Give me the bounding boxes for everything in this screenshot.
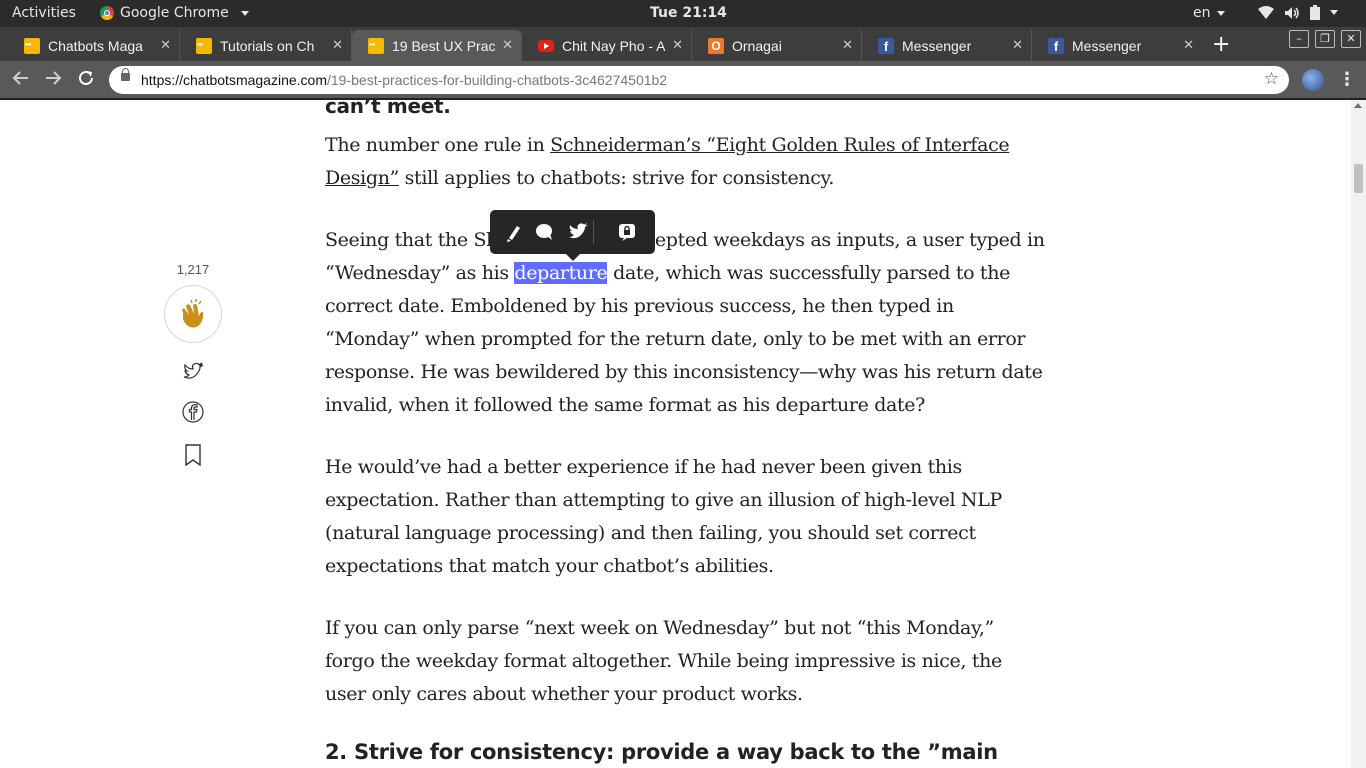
clap-button[interactable] [164, 285, 222, 343]
ornagai-icon: O [708, 37, 724, 54]
clap-count: 1,217 [176, 262, 210, 277]
back-button[interactable] [12, 69, 30, 92]
tab-19-best-ux-practices[interactable]: 19 Best UX Prac ✕ [352, 30, 522, 61]
paragraph-expectations: He would’ve had a better experience if h… [325, 456, 1002, 577]
volume-icon [1285, 6, 1299, 19]
menu-divider [593, 220, 594, 244]
arrow-right-icon [46, 71, 62, 85]
clap-hands-icon [182, 299, 204, 328]
chevron-down-icon [1216, 10, 1225, 16]
tab-ornagai[interactable]: O Ornagai ✕ [692, 30, 862, 61]
arrow-left-icon [12, 71, 28, 85]
twitter-icon[interactable] [566, 220, 590, 244]
tab-title: Tutorials on Ch [220, 37, 315, 54]
browser-toolbar: https://chatbotsmagazine.com/19-best-pra… [0, 61, 1366, 98]
respond-comment-icon[interactable] [532, 220, 556, 244]
facebook-icon: f [878, 37, 894, 54]
lock-icon [121, 68, 130, 81]
highlight-menu [490, 210, 655, 261]
battery-icon [1310, 5, 1320, 20]
tab-tutorials[interactable]: Tutorials on Ch ✕ [180, 30, 352, 61]
tab-title: Chit Nay Pho - A [562, 37, 665, 54]
private-note-lock-icon[interactable] [615, 220, 639, 244]
toolbar-divider [0, 98, 1366, 100]
close-icon[interactable]: ✕ [160, 37, 171, 53]
reload-icon [79, 70, 93, 85]
scroll-up-arrow-icon[interactable] [1354, 103, 1362, 108]
language-label: en [1193, 5, 1211, 21]
close-icon[interactable]: ✕ [842, 37, 853, 53]
tab-title: Messenger [1072, 37, 1142, 54]
clock[interactable]: Tue 21:14 [650, 5, 727, 21]
close-icon[interactable]: ✕ [672, 37, 683, 53]
system-tray[interactable] [1258, 5, 1338, 20]
profile-avatar[interactable] [1302, 69, 1324, 91]
paragraph-text: still applies to chatbots: strive for co… [398, 167, 835, 189]
paragraph-text: The number one rule in [325, 134, 551, 156]
close-icon[interactable]: ✕ [1183, 37, 1194, 53]
youtube-icon [538, 39, 554, 52]
activities-button[interactable]: Activities [12, 5, 76, 21]
new-tab-button[interactable]: + [1212, 32, 1230, 57]
close-icon[interactable]: ✕ [1012, 37, 1023, 53]
close-icon[interactable]: ✕ [332, 37, 343, 53]
chrome-icon [100, 6, 114, 20]
menu-icon[interactable]: ⋮ [1338, 69, 1356, 90]
tab-messenger-2[interactable]: f Messenger ✕ [1032, 30, 1202, 61]
bookmark-star-icon[interactable]: ☆ [1264, 69, 1279, 89]
chatbots-magazine-icon [24, 37, 40, 54]
url-host: https://chatbotsmagazine.com [141, 72, 327, 88]
chevron-down-icon [1330, 10, 1338, 15]
url-text[interactable]: https://chatbotsmagazine.com/19-best-pra… [141, 72, 667, 88]
section-heading-tail: can’t meet. [325, 94, 451, 118]
chatbots-magazine-icon [368, 37, 384, 54]
wifi-icon [1258, 5, 1274, 19]
section-heading: 2. Strive for consistency: provide a way… [325, 740, 998, 764]
app-menu[interactable]: Google Chrome [100, 5, 249, 21]
facebook-icon: f [1048, 37, 1064, 54]
maximize-window-button[interactable]: ❐ [1315, 30, 1335, 48]
tab-title: Ornagai [732, 37, 782, 54]
bookmark-icon[interactable] [181, 443, 205, 467]
facebook-share-icon[interactable] [181, 400, 205, 424]
address-bar[interactable]: https://chatbotsmagazine.com/19-best-pra… [109, 66, 1289, 94]
close-icon[interactable]: ✕ [502, 37, 513, 53]
language-indicator[interactable]: en [1193, 5, 1225, 21]
forward-button[interactable] [44, 69, 62, 92]
tab-messenger[interactable]: f Messenger ✕ [862, 30, 1032, 61]
tab-title: 19 Best UX Prac [392, 37, 495, 54]
paragraph-weekday-format: If you can only parse “next week on Wedn… [325, 617, 1002, 705]
system-top-bar: Activities Google Chrome Tue 21:14 en [0, 0, 1366, 27]
close-window-button[interactable]: ✕ [1341, 30, 1361, 48]
tab-title: Messenger [902, 37, 972, 54]
tab-title: Chatbots Maga [48, 37, 143, 54]
reload-button[interactable] [77, 69, 95, 92]
paragraph-text: date, which was successfully parsed to t… [325, 262, 1043, 416]
url-path: /19-best-practices-for-building-chatbots… [327, 72, 668, 88]
tab-strip: Chatbots Maga ✕ Tutorials on Ch ✕ 19 Bes… [0, 27, 1366, 61]
app-name: Google Chrome [120, 5, 229, 21]
paragraph-skyscanner-example[interactable]: Seeing that the Skyscanner bot accepted … [325, 224, 1045, 422]
minimize-window-button[interactable]: – [1289, 30, 1309, 48]
highlighter-icon[interactable] [501, 220, 525, 244]
tab-chatbots-magazine[interactable]: Chatbots Maga ✕ [8, 30, 180, 61]
paragraph-consistency-rule: The number one rule in Schneiderman’s “E… [325, 129, 1045, 195]
page-scrollbar[interactable] [1351, 100, 1366, 768]
chevron-down-icon [240, 10, 249, 16]
chatbots-magazine-icon [196, 37, 212, 54]
twitter-share-icon[interactable] [181, 360, 205, 384]
tab-chit-nay-pho[interactable]: Chit Nay Pho - A ✕ [522, 30, 692, 61]
selected-text[interactable]: departure [514, 262, 608, 284]
scrollbar-thumb[interactable] [1354, 164, 1363, 193]
